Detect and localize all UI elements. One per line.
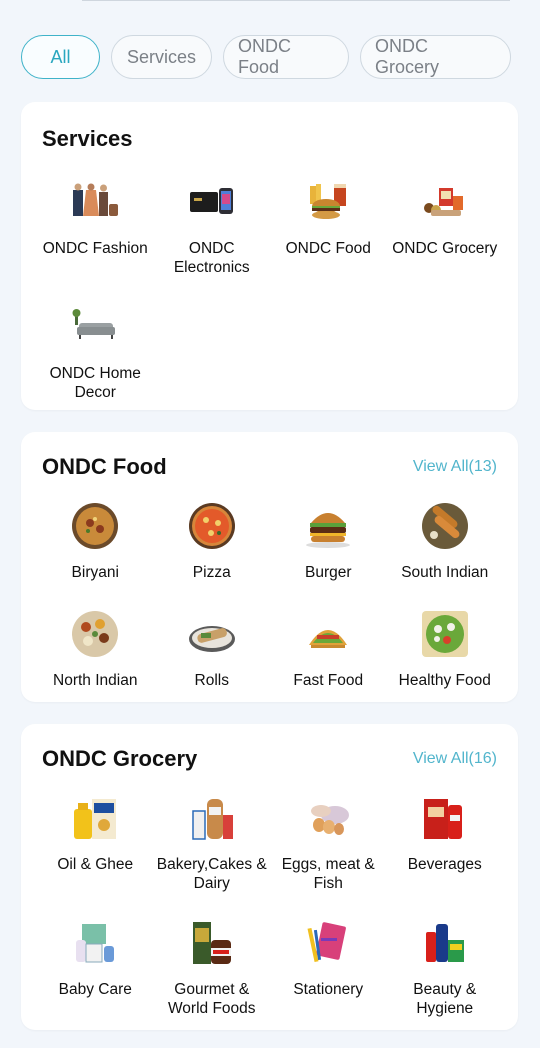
grocery-card: ONDC Grocery View All(16) Oil & Ghee Bak… (21, 724, 518, 1030)
tile-label: Healthy Food (398, 672, 491, 689)
services-grid: ONDC Fashion ONDC Electronics ONDC Food … (37, 172, 503, 402)
filter-chips: All Services ONDC Food ONDC Grocery (21, 35, 511, 79)
tile-label: Beverages (407, 856, 482, 873)
grocery-tile-baby-care[interactable]: Baby Care (37, 913, 154, 1018)
grocery-title: ONDC Grocery (42, 746, 198, 771)
pizza-icon (182, 496, 242, 556)
tile-label: Stationery (293, 981, 364, 998)
tile-label: Pizza (192, 564, 231, 581)
food-title: ONDC Food (42, 454, 167, 479)
tile-label: Baby Care (58, 981, 132, 998)
fashion-icon (65, 172, 125, 232)
north-indian-icon (65, 604, 125, 664)
service-tile-fashion[interactable]: ONDC Fashion (37, 172, 154, 277)
food-icon (298, 172, 358, 232)
grocery-icon (415, 172, 475, 232)
service-tile-electronics[interactable]: ONDC Electronics (154, 172, 271, 277)
tile-label: ONDC Food (285, 240, 371, 257)
grocery-tile-oil-ghee[interactable]: Oil & Ghee (37, 788, 154, 893)
service-tile-food[interactable]: ONDC Food (270, 172, 387, 277)
tile-label: North Indian (53, 672, 138, 689)
food-tile-fast-food[interactable]: Fast Food (270, 604, 387, 690)
tile-label: Beauty & Hygiene (413, 981, 477, 1017)
tile-label: Fast Food (293, 672, 364, 689)
south-indian-icon (415, 496, 475, 556)
stationery-icon (298, 913, 358, 973)
grocery-tile-beauty[interactable]: Beauty & Hygiene (387, 913, 504, 1018)
tile-label: Bakery,Cakes & Dairy (156, 856, 267, 892)
food-tile-rolls[interactable]: Rolls (154, 604, 271, 690)
services-title: Services (42, 126, 133, 151)
grocery-tile-eggs-meat[interactable]: Eggs, meat & Fish (270, 788, 387, 893)
food-tile-north-indian[interactable]: North Indian (37, 604, 154, 690)
tile-label: Gourmet & World Foods (167, 981, 256, 1017)
rolls-icon (182, 604, 242, 664)
eggs-meat-icon (298, 788, 358, 848)
food-tile-biryani[interactable]: Biryani (37, 496, 154, 582)
electronics-icon (182, 172, 242, 232)
tile-label: Rolls (194, 672, 229, 689)
home-decor-icon (65, 297, 125, 357)
baby-care-icon (65, 913, 125, 973)
grocery-tile-stationery[interactable]: Stationery (270, 913, 387, 1018)
food-card: ONDC Food View All(13) Biryani Pizza Bur… (21, 432, 518, 702)
grocery-tile-bakery[interactable]: Bakery,Cakes & Dairy (154, 788, 271, 893)
tile-label: South Indian (401, 564, 489, 581)
grocery-grid: Oil & Ghee Bakery,Cakes & Dairy Eggs, me… (37, 788, 503, 1018)
fast-food-icon (298, 604, 358, 664)
food-tile-healthy-food[interactable]: Healthy Food (387, 604, 504, 690)
search-bar-edge (82, 0, 510, 1)
tile-label: Biryani (71, 564, 119, 581)
tile-label: Burger (304, 564, 352, 581)
tile-label: ONDC Electronics (173, 240, 250, 276)
gourmet-icon (182, 913, 242, 973)
filter-chip-all[interactable]: All (21, 35, 100, 79)
filter-chip-ondc-food[interactable]: ONDC Food (223, 35, 349, 79)
filter-chip-ondc-grocery[interactable]: ONDC Grocery (360, 35, 511, 79)
healthy-food-icon (415, 604, 475, 664)
tile-label: Eggs, meat & Fish (281, 856, 375, 892)
tile-label: ONDC Grocery (392, 240, 498, 257)
burger-icon (298, 496, 358, 556)
food-grid: Biryani Pizza Burger South Indian North … (37, 496, 503, 690)
service-tile-home-decor[interactable]: ONDC Home Decor (37, 297, 154, 402)
food-tile-south-indian[interactable]: South Indian (387, 496, 504, 582)
oil-ghee-icon (65, 788, 125, 848)
service-tile-grocery[interactable]: ONDC Grocery (387, 172, 504, 277)
tile-label: ONDC Fashion (42, 240, 148, 257)
tile-label: ONDC Home Decor (49, 365, 141, 401)
grocery-tile-beverages[interactable]: Beverages (387, 788, 504, 893)
grocery-view-all-link[interactable]: View All(16) (413, 750, 497, 768)
food-tile-pizza[interactable]: Pizza (154, 496, 271, 582)
bakery-icon (182, 788, 242, 848)
food-tile-burger[interactable]: Burger (270, 496, 387, 582)
grocery-tile-gourmet[interactable]: Gourmet & World Foods (154, 913, 271, 1018)
services-card: Services ONDC Fashion ONDC Electronics O… (21, 102, 518, 410)
filter-chip-services[interactable]: Services (111, 35, 212, 79)
beverages-icon (415, 788, 475, 848)
biryani-icon (65, 496, 125, 556)
food-view-all-link[interactable]: View All(13) (413, 458, 497, 476)
beauty-icon (415, 913, 475, 973)
tile-label: Oil & Ghee (57, 856, 134, 873)
